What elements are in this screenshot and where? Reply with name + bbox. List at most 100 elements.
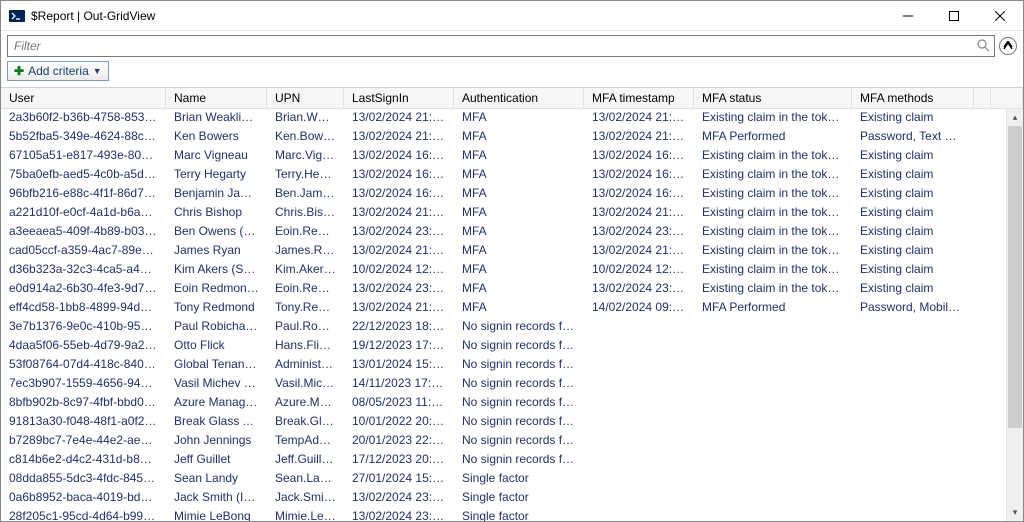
cell-mfa-methods bbox=[852, 432, 974, 451]
cell-authentication: MFA bbox=[454, 185, 584, 204]
cell-authentication: MFA bbox=[454, 109, 584, 128]
scroll-down-icon[interactable]: ▾ bbox=[1007, 504, 1023, 521]
cell-authentication: No signin records found bbox=[454, 394, 584, 413]
table-row[interactable]: 8bfb902b-8c97-4fbf-bbd0-2…Azure Managem…… bbox=[1, 394, 1006, 413]
cell-user: 8bfb902b-8c97-4fbf-bbd0-2… bbox=[1, 394, 166, 413]
cell-upn: Administrat… bbox=[267, 356, 344, 375]
table-row[interactable]: eff4cd58-1bb8-4899-94de-7…Tony RedmondTo… bbox=[1, 299, 1006, 318]
cell-lastsignin: 10/02/2024 12:01:14 bbox=[344, 261, 454, 280]
filter-input[interactable] bbox=[12, 38, 990, 54]
table-row[interactable]: 67105a51-e817-493e-8094-…Marc VigneauMar… bbox=[1, 147, 1006, 166]
cell-authentication: No signin records found bbox=[454, 318, 584, 337]
cell-upn: Ken.Bowers… bbox=[267, 128, 344, 147]
filter-box[interactable] bbox=[7, 35, 995, 57]
cell-upn: Hans.Flick@… bbox=[267, 337, 344, 356]
table-row[interactable]: 4daa5f06-55eb-4d79-9a24-…Otto FlickHans.… bbox=[1, 337, 1006, 356]
cell-name: Azure Managem… bbox=[166, 394, 267, 413]
table-row[interactable]: 28f205c1-95cd-4d64-b998-…Mimie LeBonqMim… bbox=[1, 508, 1006, 521]
cell-user: 96bfb216-e88c-4f1f-86d7-0… bbox=[1, 185, 166, 204]
table-row[interactable]: 3e7b1376-9e0c-410b-95ec-…Paul Robichaux … bbox=[1, 318, 1006, 337]
cell-mfa-methods: Password, Mobile app… bbox=[852, 299, 974, 318]
query-expander[interactable] bbox=[999, 37, 1017, 55]
cell-mfa-status: Existing claim in the token used bbox=[694, 147, 852, 166]
table-row[interactable]: 2a3b60f2-b36b-4758-8533-…Brian Weakliam…… bbox=[1, 109, 1006, 128]
cell-name: Vasil Michev (Te… bbox=[166, 375, 267, 394]
table-row[interactable]: c814b6e2-d4c2-431d-b82c-…Jeff GuilletJef… bbox=[1, 451, 1006, 470]
col-lastsignin[interactable]: LastSignIn bbox=[344, 88, 454, 108]
cell-mfa-status bbox=[694, 394, 852, 413]
cell-user: 28f205c1-95cd-4d64-b998-… bbox=[1, 508, 166, 521]
cell-authentication: No signin records found bbox=[454, 413, 584, 432]
cell-authentication: MFA bbox=[454, 204, 584, 223]
powershell-icon bbox=[9, 8, 25, 24]
cell-authentication: MFA bbox=[454, 128, 584, 147]
cell-authentication: No signin records found bbox=[454, 356, 584, 375]
cell-name: Jeff Guillet bbox=[166, 451, 267, 470]
scroll-track[interactable] bbox=[1007, 126, 1023, 504]
table-row[interactable]: 5b52fba5-349e-4624-88cd-…Ken BowersKen.B… bbox=[1, 128, 1006, 147]
cell-mfa-methods: Existing claim bbox=[852, 242, 974, 261]
cell-lastsignin: 13/02/2024 23:53:31 bbox=[344, 489, 454, 508]
cell-mfa-status: MFA Performed bbox=[694, 299, 852, 318]
col-mfa-methods[interactable]: MFA methods bbox=[852, 88, 974, 108]
cell-upn: Marc.Vigne… bbox=[267, 147, 344, 166]
cell-upn: Brian.Weakli… bbox=[267, 109, 344, 128]
cell-user: 08dda855-5dc3-4fdc-8458-… bbox=[1, 470, 166, 489]
cell-user: 5b52fba5-349e-4624-88cd-… bbox=[1, 128, 166, 147]
minimize-button[interactable] bbox=[885, 1, 931, 31]
cell-mfa-status: Existing claim in the token used bbox=[694, 166, 852, 185]
col-authentication[interactable]: Authentication bbox=[454, 88, 584, 108]
table-row[interactable]: 53f08764-07d4-418c-8403-…Global Tenant A… bbox=[1, 356, 1006, 375]
cell-authentication: MFA bbox=[454, 261, 584, 280]
window-title: $Report | Out-GridView bbox=[31, 9, 885, 23]
cell-mfa-status: Existing claim in the token used bbox=[694, 242, 852, 261]
table-row[interactable]: e0d914a2-6b30-4fe3-9d7b-…Eoin Redmond (…… bbox=[1, 280, 1006, 299]
titlebar: $Report | Out-GridView bbox=[1, 1, 1023, 31]
scroll-thumb[interactable] bbox=[1008, 126, 1022, 428]
col-upn[interactable]: UPN bbox=[267, 88, 344, 108]
close-icon bbox=[995, 11, 1005, 21]
table-row[interactable]: a221d10f-e0cf-4a1d-b6a2-4…Chris BishopCh… bbox=[1, 204, 1006, 223]
grid-rows: 2a3b60f2-b36b-4758-8533-…Brian Weakliam…… bbox=[1, 109, 1006, 521]
cell-lastsignin: 13/02/2024 23:42:41 bbox=[344, 280, 454, 299]
table-row[interactable]: a3eeaea5-409f-4b89-b039-…Ben Owens (DC…E… bbox=[1, 223, 1006, 242]
table-row[interactable]: 96bfb216-e88c-4f1f-86d7-0…Benjamin James… bbox=[1, 185, 1006, 204]
cell-name: Sean Landy bbox=[166, 470, 267, 489]
maximize-button[interactable] bbox=[931, 1, 977, 31]
cell-lastsignin: 13/02/2024 21:18:45 bbox=[344, 242, 454, 261]
cell-mfa-methods: Existing claim bbox=[852, 109, 974, 128]
table-row[interactable]: cad05ccf-a359-4ac7-89e0-1…James RyanJame… bbox=[1, 242, 1006, 261]
cell-mfa-methods bbox=[852, 508, 974, 521]
col-mfa-status[interactable]: MFA status bbox=[694, 88, 852, 108]
vertical-scrollbar[interactable]: ▴ ▾ bbox=[1006, 109, 1023, 521]
cell-name: Break Glass Acc… bbox=[166, 413, 267, 432]
table-row[interactable]: 91813a30-f048-48f1-a0f2-fd…Break Glass A… bbox=[1, 413, 1006, 432]
scroll-up-icon[interactable]: ▴ bbox=[1007, 109, 1023, 126]
data-grid: User Name UPN LastSignIn Authentication … bbox=[1, 87, 1023, 521]
col-mfa-timestamp[interactable]: MFA timestamp bbox=[584, 88, 694, 108]
cell-mfa-timestamp: 14/02/2024 09:59:04 bbox=[584, 299, 694, 318]
close-button[interactable] bbox=[977, 1, 1023, 31]
cell-mfa-timestamp: 13/02/2024 21:22:03 bbox=[584, 204, 694, 223]
table-row[interactable]: 75ba0efb-aed5-4c0b-a5de-…Terry HegartyTe… bbox=[1, 166, 1006, 185]
cell-user: 67105a51-e817-493e-8094-… bbox=[1, 147, 166, 166]
add-criteria-label: Add criteria bbox=[28, 64, 89, 78]
cell-mfa-timestamp bbox=[584, 337, 694, 356]
table-row[interactable]: d36b323a-32c3-4ca5-a4a5-…Kim Akers (She/… bbox=[1, 261, 1006, 280]
add-criteria-button[interactable]: ✚ Add criteria ▼ bbox=[7, 61, 109, 81]
table-row[interactable]: b7289bc7-7e4e-44e2-ae1b-…John JenningsTe… bbox=[1, 432, 1006, 451]
table-row[interactable]: 0a6b8952-baca-4019-bdaf-…Jack Smith (IT … bbox=[1, 489, 1006, 508]
cell-user: 2a3b60f2-b36b-4758-8533-… bbox=[1, 109, 166, 128]
cell-name: James Ryan bbox=[166, 242, 267, 261]
cell-mfa-timestamp bbox=[584, 394, 694, 413]
col-user[interactable]: User bbox=[1, 88, 166, 108]
cell-upn: Terry.Hegart… bbox=[267, 166, 344, 185]
cell-mfa-methods bbox=[852, 394, 974, 413]
col-name[interactable]: Name bbox=[166, 88, 267, 108]
table-row[interactable]: 08dda855-5dc3-4fdc-8458-…Sean LandySean.… bbox=[1, 470, 1006, 489]
table-row[interactable]: 7ec3b907-1559-4656-9418-…Vasil Michev (T… bbox=[1, 375, 1006, 394]
cell-upn: Ben.James… bbox=[267, 185, 344, 204]
cell-lastsignin: 13/02/2024 21:47:32 bbox=[344, 299, 454, 318]
cell-mfa-methods: Existing claim bbox=[852, 166, 974, 185]
cell-name: Paul Robichaux (… bbox=[166, 318, 267, 337]
